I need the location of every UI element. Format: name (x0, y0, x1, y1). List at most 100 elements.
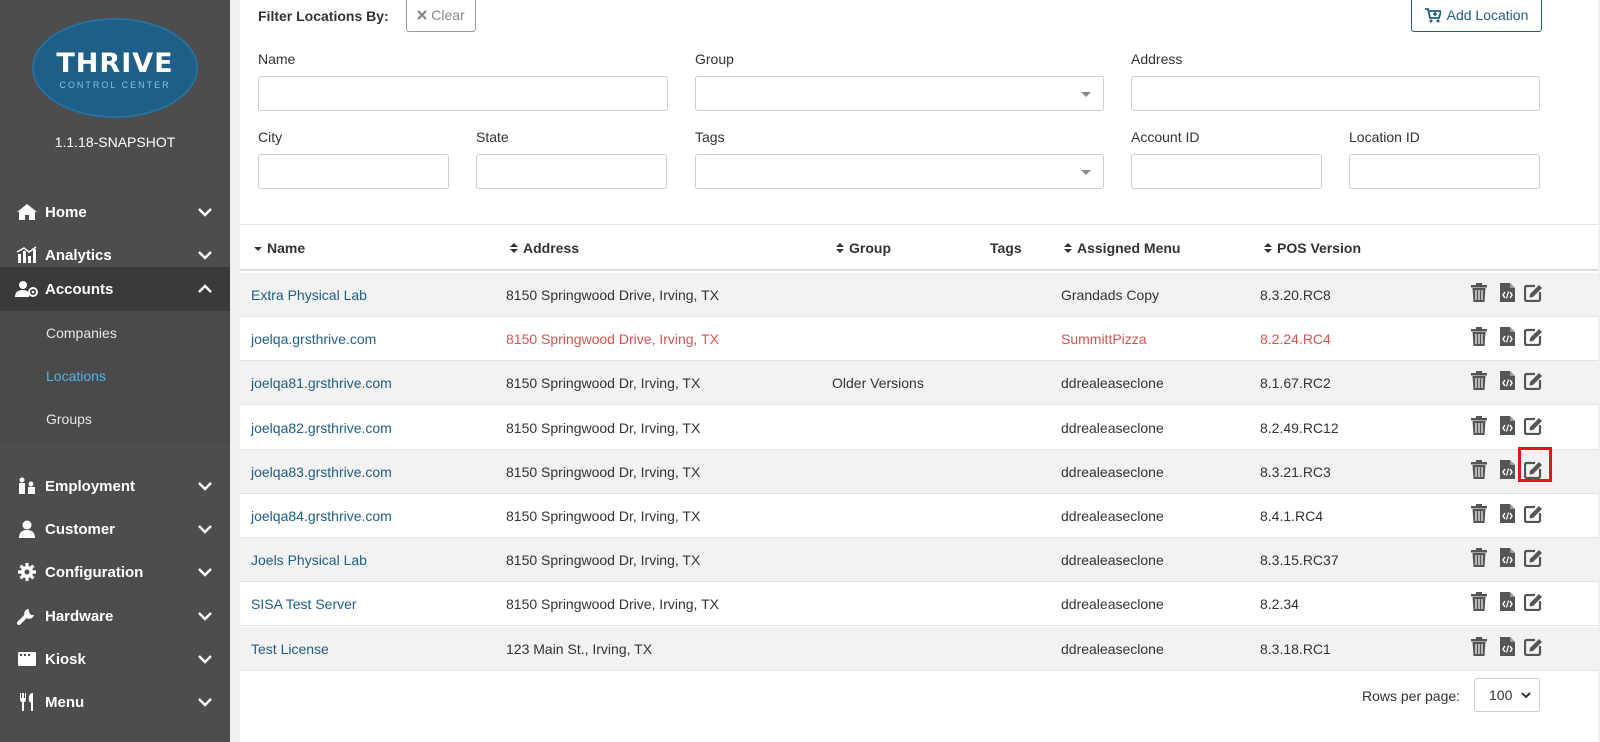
column-header-assigned-menu[interactable]: Assigned Menu (1064, 240, 1180, 256)
pos-version: 8.4.1.RC4 (1260, 508, 1324, 524)
trash-button[interactable] (1469, 548, 1489, 570)
sidebar-item-accounts[interactable]: Accounts (0, 267, 230, 311)
column-header-label: POS Version (1277, 240, 1362, 256)
tags-filter-select[interactable] (695, 154, 1104, 189)
location-name-link[interactable]: joelqa82.grsthrive.com (251, 420, 392, 436)
state-filter-label: State (476, 129, 509, 145)
clear-label: Clear (431, 7, 465, 23)
trash-button[interactable] (1469, 415, 1489, 438)
code-file-button[interactable] (1497, 327, 1517, 349)
edit-icon (1523, 592, 1544, 616)
sidebar-item-kiosk[interactable]: Kiosk (0, 637, 230, 681)
edit-button[interactable] (1523, 327, 1544, 351)
location-name-link[interactable]: joelqa83.grsthrive.com (251, 464, 392, 480)
edit-button[interactable] (1523, 505, 1544, 526)
trash-button[interactable] (1469, 459, 1489, 482)
table-row: Test License 123 Main St., Irving, TX ddre… (240, 626, 1598, 671)
trash-button[interactable] (1469, 592, 1489, 614)
chevron-down-icon (198, 481, 214, 491)
sidebar-item-label: Analytics (45, 246, 112, 264)
address-filter-input[interactable] (1131, 76, 1540, 111)
sidebar-item-home[interactable]: Home (0, 190, 230, 234)
edit-icon (1523, 637, 1544, 661)
code-file-button[interactable] (1497, 636, 1517, 661)
trash-button[interactable] (1469, 636, 1489, 659)
sidebar-subitem-locations[interactable]: Locations (46, 368, 106, 384)
column-header-address[interactable]: Address (510, 240, 579, 256)
code-file-button[interactable] (1497, 548, 1517, 570)
name-filter-input[interactable] (258, 76, 668, 111)
sidebar-item-label: Customer (45, 520, 116, 538)
city-filter-input[interactable] (258, 154, 449, 189)
column-header-name[interactable]: Name (254, 240, 305, 256)
code-file-button[interactable] (1497, 459, 1517, 482)
city-filter-label: City (258, 129, 283, 145)
sidebar-subitem-companies[interactable]: Companies (46, 325, 117, 341)
edit-button[interactable] (1523, 592, 1544, 616)
add-location-button[interactable]: Add Location (1411, 0, 1542, 32)
location-name-link[interactable]: joelqa.grsthrive.com (251, 331, 376, 347)
rows-per-page-select[interactable]: 100 (1474, 678, 1540, 712)
kiosk-icon (14, 650, 40, 668)
rows-per-page-value: 100 (1489, 687, 1513, 703)
edit-button[interactable] (1523, 637, 1544, 661)
edit-button[interactable] (1523, 550, 1544, 570)
edit-button[interactable] (1523, 373, 1544, 393)
edit-icon (1523, 327, 1544, 351)
location-name-link[interactable]: SISA Test Server (251, 596, 357, 612)
location-name-link[interactable]: Test License (251, 641, 329, 657)
trash-button[interactable] (1469, 504, 1489, 526)
location-address: 8150 Springwood Dr, Irving, TX (506, 463, 701, 480)
location-name-link[interactable]: Joels Physical Lab (251, 552, 367, 568)
location-name-link[interactable]: joelqa84.grsthrive.com (251, 508, 392, 524)
sidebar-item-label: Employment (45, 477, 136, 495)
trash-button[interactable] (1469, 371, 1489, 393)
group-filter-select[interactable] (695, 76, 1104, 111)
sidebar-item-customer[interactable]: Customer (0, 507, 230, 551)
code-file-icon (1499, 504, 1515, 528)
code-file-button[interactable] (1497, 504, 1517, 528)
account-id-filter-input[interactable] (1131, 154, 1322, 189)
code-file-button[interactable] (1497, 592, 1517, 614)
clear-button[interactable]: Clear (406, 0, 476, 32)
assigned-menu: Grandads Copy (1061, 287, 1160, 303)
trash-button[interactable] (1469, 283, 1489, 305)
sidebar-subitem-groups[interactable]: Groups (46, 411, 92, 427)
column-header-label: Group (849, 240, 891, 256)
code-file-button[interactable] (1497, 283, 1517, 305)
account-id-filter-label: Account ID (1131, 129, 1200, 145)
thrive-logo[interactable]: THRIVE CONTROL CENTER (32, 18, 198, 118)
location-name-link[interactable]: joelqa81.grsthrive.com (251, 375, 392, 391)
sidebar-item-menu[interactable]: Menu (0, 680, 230, 724)
code-file-button[interactable] (1497, 371, 1517, 393)
column-header-group[interactable]: Group (836, 240, 891, 256)
column-header-pos-version[interactable]: POS Version (1264, 240, 1361, 256)
filter-divider (240, 224, 1598, 225)
trash-button[interactable] (1469, 327, 1489, 349)
column-header-tags: Tags (990, 240, 1022, 256)
pos-version: 8.3.18.RC1 (1260, 640, 1331, 657)
code-file-icon (1499, 636, 1515, 661)
sidebar-item-employment[interactable]: Employment (0, 464, 230, 508)
location-name-link[interactable]: Extra Physical Lab (251, 287, 367, 303)
assigned-menu: ddrealeaseclone (1061, 508, 1164, 524)
add-location-label: Add Location (1446, 7, 1529, 23)
table-row: SISA Test Server 8150 Springwood Drive, I… (240, 582, 1598, 627)
pos-version: 8.2.24.RC4 (1260, 331, 1331, 348)
sidebar-item-label: Accounts (45, 280, 114, 298)
column-header-label: Address (523, 240, 580, 256)
edit-button[interactable] (1523, 284, 1544, 305)
address-filter-label: Address (1131, 51, 1183, 67)
sidebar-item-configuration[interactable]: Configuration (0, 550, 230, 594)
assigned-menu: ddrealeaseclone (1061, 375, 1164, 392)
pos-version: 8.3.15.RC37 (1260, 552, 1339, 569)
code-file-button[interactable] (1497, 415, 1517, 438)
assigned-menu: ddrealeaseclone (1061, 596, 1164, 613)
location-id-filter-input[interactable] (1349, 154, 1540, 189)
chevron-down-icon (198, 654, 214, 664)
column-header-label: Tags (990, 240, 1022, 256)
sidebar-item-hardware[interactable]: Hardware (0, 594, 230, 638)
state-filter-input[interactable] (476, 154, 667, 189)
edit-button[interactable] (1523, 417, 1544, 438)
pos-version: 8.1.67.RC2 (1260, 375, 1331, 392)
